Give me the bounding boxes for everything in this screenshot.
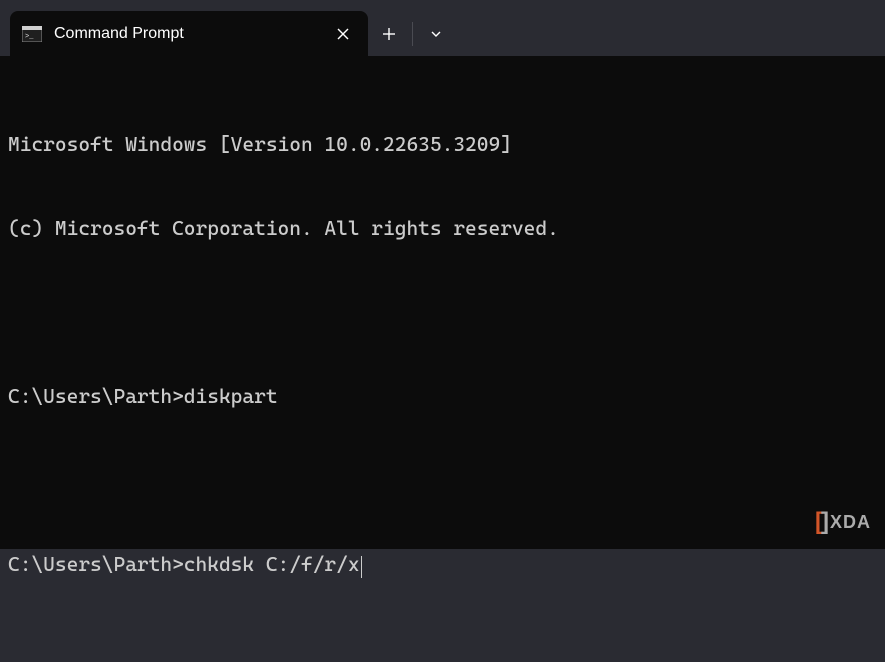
tab-dropdown-button[interactable] <box>415 11 457 56</box>
tab-title: Command Prompt <box>54 25 332 43</box>
chevron-down-icon <box>429 27 443 41</box>
title-bar: >_ Command Prompt <box>0 0 885 56</box>
terminal-line <box>8 298 877 326</box>
watermark-text: XDA <box>830 510 871 535</box>
terminal-line: C:\Users\Parth>diskpart <box>8 382 877 410</box>
terminal-line: C:\Users\Parth>chkdsk C:/f/r/x <box>8 550 877 578</box>
terminal-output[interactable]: Microsoft Windows [Version 10.0.22635.32… <box>0 56 885 549</box>
terminal-line <box>8 466 877 494</box>
divider <box>412 22 413 46</box>
new-tab-button[interactable] <box>368 11 410 56</box>
bracket-icon: ] <box>821 505 827 539</box>
cmd-icon: >_ <box>22 25 42 43</box>
watermark: [] XDA <box>815 505 871 539</box>
svg-text:>_: >_ <box>25 33 34 41</box>
terminal-line: Microsoft Windows [Version 10.0.22635.32… <box>8 130 877 158</box>
plus-icon <box>382 27 396 41</box>
titlebar-controls <box>368 11 457 56</box>
text-cursor <box>361 556 363 578</box>
close-tab-button[interactable] <box>332 23 354 45</box>
terminal-line: (c) Microsoft Corporation. All rights re… <box>8 214 877 242</box>
tab-command-prompt[interactable]: >_ Command Prompt <box>10 11 368 56</box>
